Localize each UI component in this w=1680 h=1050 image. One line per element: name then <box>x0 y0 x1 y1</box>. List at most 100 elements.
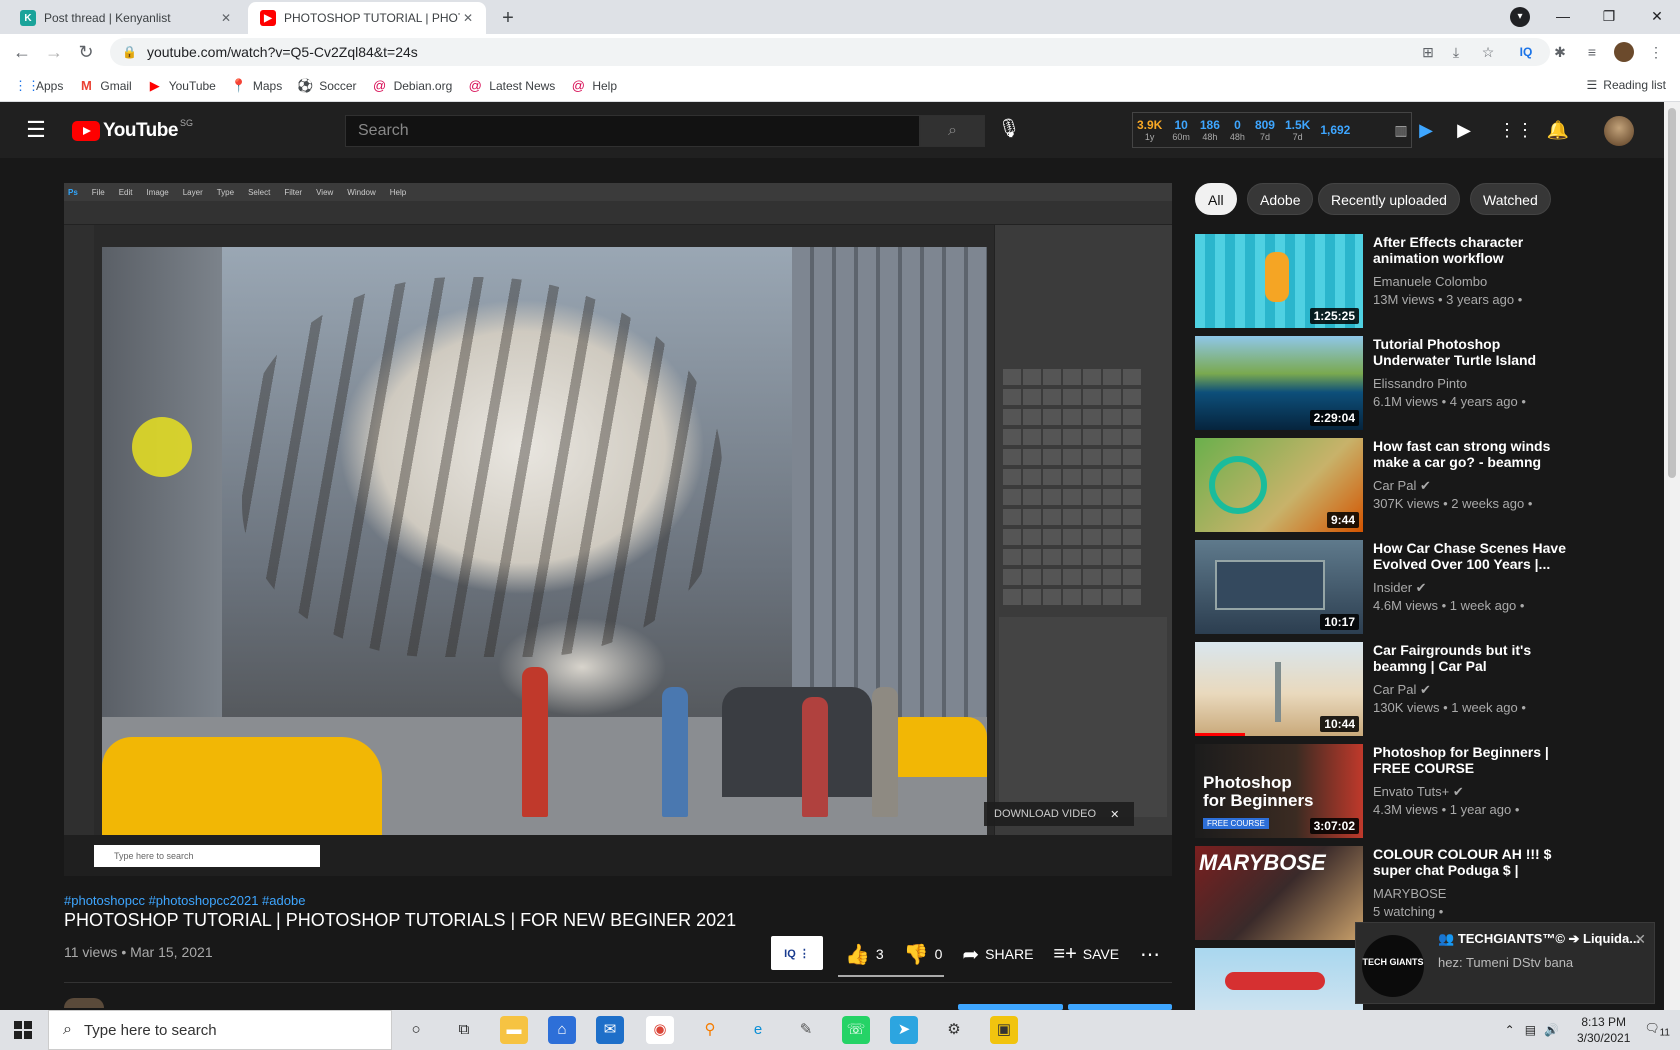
youtube-logo[interactable]: YouTube SG <box>72 118 193 142</box>
video-thumbnail[interactable]: 2:29:04 <box>1195 336 1363 430</box>
bookmark-apps[interactable]: ⋮⋮ Apps <box>14 78 63 94</box>
video-thumbnail[interactable]: Photoshop for Beginners FREE COURSE 3:07:… <box>1195 744 1363 838</box>
taskbar-clock[interactable]: 8:13 PM 3/30/2021 <box>1577 1014 1630 1046</box>
notification-popup[interactable]: TECH GIANTS 👥 TECHGIANTS™© ➔ Liquida... … <box>1355 922 1655 1004</box>
chart-icon[interactable]: ▥ <box>1389 118 1413 142</box>
whatsapp-icon[interactable]: ☏ <box>842 1016 870 1044</box>
recommendation-title[interactable]: Photoshop for Beginners | FREE COURSE <box>1373 744 1573 776</box>
maximize-icon[interactable]: ❐ <box>1586 0 1632 32</box>
video-thumbnail[interactable]: 1:25:25 <box>1195 234 1363 328</box>
profile-avatar[interactable] <box>1614 42 1634 62</box>
bookmark-youtube[interactable]: ▶ YouTube <box>147 78 216 94</box>
notifications-bell-icon[interactable]: 🔔 <box>1546 118 1570 142</box>
chrome-icon[interactable]: ◉ <box>646 1016 674 1044</box>
account-avatar[interactable] <box>1604 116 1634 146</box>
recommendation-title[interactable]: After Effects character animation workfl… <box>1373 234 1573 266</box>
recommendation-title[interactable]: Tutorial Photoshop Underwater Turtle Isl… <box>1373 336 1573 368</box>
recommendation-channel[interactable]: Car Pal ✔ <box>1373 478 1431 494</box>
video-thumbnail[interactable]: 9:44 <box>1195 438 1363 532</box>
window-close-icon[interactable]: ✕ <box>1634 0 1680 32</box>
chip-recently-uploaded[interactable]: Recently uploaded <box>1318 183 1460 215</box>
close-icon[interactable]: ✕ <box>1634 931 1646 948</box>
notification-center-icon[interactable]: 🗨11 <box>1644 1021 1670 1038</box>
vidiq-stats-widget[interactable]: 3.9K 1y 10 60m 186 48h 0 48h 809 7d 1.5K 7d 1,… <box>1132 112 1412 148</box>
recommendation-item[interactable]: Photoshop for Beginners FREE COURSE 3:07:… <box>1195 744 1575 838</box>
vidiq-play-icon[interactable]: ▶ <box>1414 118 1438 142</box>
bookmark-star-icon[interactable]: ☆ <box>1478 42 1498 62</box>
chip-all[interactable]: All <box>1195 183 1237 215</box>
video-thumbnail[interactable]: 10:44 <box>1195 642 1363 736</box>
download-video-overlay[interactable]: DOWNLOAD VIDEO ✕ <box>984 802 1134 826</box>
video-thumbnail[interactable] <box>1195 948 1363 1010</box>
more-actions-icon[interactable]: ⋯ <box>1140 942 1160 967</box>
file-explorer-icon[interactable]: ▬ <box>500 1016 528 1044</box>
recommendation-channel[interactable]: Car Pal ✔ <box>1373 682 1431 698</box>
bookmark-soccer[interactable]: ⚽ Soccer <box>297 78 356 94</box>
search-input[interactable] <box>358 122 919 140</box>
address-bar[interactable]: 🔒 youtube.com/watch?v=Q5-Cv2Zql84&t=24s <box>110 38 1550 66</box>
telegram-icon[interactable]: ➤ <box>890 1016 918 1044</box>
app-icon[interactable]: ▣ <box>990 1016 1018 1044</box>
cortana-icon[interactable]: ○ <box>402 1016 430 1044</box>
hamburger-menu-icon[interactable]: ☰ <box>24 118 48 142</box>
recommendation-title[interactable]: How Car Chase Scenes Have Evolved Over 1… <box>1373 540 1573 572</box>
scrollbar-thumb[interactable] <box>1668 108 1676 478</box>
recommendation-item[interactable]: 10:44 Car Fairgrounds but it's beamng | … <box>1195 642 1575 736</box>
new-tab-button[interactable]: + <box>494 5 522 31</box>
forward-arrow-icon[interactable]: → <box>42 40 66 64</box>
extensions-puzzle-icon[interactable]: ✱ <box>1550 42 1570 62</box>
recommendation-item[interactable]: 2:29:04 Tutorial Photoshop Underwater Tu… <box>1195 336 1575 430</box>
create-video-icon[interactable]: ▶ <box>1452 118 1476 142</box>
back-arrow-icon[interactable]: ← <box>10 40 34 64</box>
bookmark-latest-news[interactable]: @ Latest News <box>467 78 556 94</box>
mail-icon[interactable]: ✉ <box>596 1016 624 1044</box>
store-icon[interactable]: ⌂ <box>548 1016 576 1044</box>
bookmark-gmail[interactable]: M Gmail <box>78 78 132 94</box>
video-hashtags[interactable]: #photoshopcc #photoshopcc2021 #adobe <box>64 893 305 908</box>
close-icon[interactable]: ✕ <box>460 11 476 25</box>
recommendation-title[interactable]: COLOUR COLOUR AH !!! $ super chat Poduga… <box>1373 846 1573 878</box>
vidiq-button[interactable]: IQ ⋮ <box>771 936 823 970</box>
vidiq-extension-icon[interactable]: IQ <box>1516 42 1536 62</box>
reload-icon[interactable]: ↻ <box>74 40 98 64</box>
network-icon[interactable]: ▤ <box>1525 1023 1536 1037</box>
apps-grid-icon[interactable]: ⋮⋮ <box>1498 118 1534 142</box>
recommendation-channel[interactable]: Elissandro Pinto <box>1373 376 1467 391</box>
share-button[interactable]: ➦ SHARE <box>962 942 1033 967</box>
microphone-icon[interactable]: 🎙 <box>997 118 1021 142</box>
volume-icon[interactable]: 🔊 <box>1544 1023 1559 1037</box>
taskbar-search[interactable]: ⌕ Type here to search <box>48 1010 392 1050</box>
media-control-icon[interactable]: ≡ <box>1582 42 1602 62</box>
tab-youtube[interactable]: ▶ PHOTOSHOP TUTORIAL | PHOTO ✕ <box>248 2 486 34</box>
tab-search-icon[interactable]: ▾ <box>1510 7 1530 27</box>
recommendation-title[interactable]: How fast can strong winds make a car go?… <box>1373 438 1573 470</box>
recommendation-channel[interactable]: Envato Tuts+ ✔ <box>1373 784 1464 800</box>
dislike-button[interactable]: 👎 0 <box>904 942 943 967</box>
chevron-up-icon[interactable]: ⌃ <box>1505 1023 1515 1037</box>
bookmark-help[interactable]: @ Help <box>570 78 617 94</box>
settings-gear-icon[interactable]: ⚙ <box>940 1016 968 1044</box>
search-tool-icon[interactable]: ⚲ <box>696 1016 724 1044</box>
recommendation-item[interactable]: 10:17 How Car Chase Scenes Have Evolved … <box>1195 540 1575 634</box>
install-app-icon[interactable]: ⊞ <box>1418 42 1438 62</box>
chip-adobe[interactable]: Adobe <box>1247 183 1314 215</box>
recommendation-item[interactable]: 1:25:25 After Effects character animatio… <box>1195 234 1575 328</box>
recommendation-channel[interactable]: MARYBOSE <box>1373 886 1446 901</box>
close-icon[interactable]: ✕ <box>1110 808 1119 821</box>
bookmark-maps[interactable]: 📍 Maps <box>231 78 282 94</box>
paint-icon[interactable]: ✎ <box>792 1016 820 1044</box>
page-scrollbar[interactable] <box>1664 102 1680 1010</box>
tab-kenyanlist[interactable]: K Post thread | Kenyanlist ✕ <box>8 2 244 34</box>
video-thumbnail[interactable]: 10:17 <box>1195 540 1363 634</box>
recommendation-title[interactable]: Car Fairgrounds but it's beamng | Car Pa… <box>1373 642 1573 674</box>
save-button[interactable]: ≡+ SAVE <box>1053 943 1119 966</box>
video-thumbnail[interactable]: MARYBOSE <box>1195 846 1363 940</box>
recommendation-channel[interactable]: Emanuele Colombo <box>1373 274 1487 289</box>
task-view-icon[interactable]: ⧉ <box>450 1016 478 1044</box>
minimize-icon[interactable]: — <box>1540 0 1586 32</box>
video-player[interactable]: Ps File Edit Image Layer Type Select Filter V… <box>64 183 1172 876</box>
reading-list-button[interactable]: ☰ Reading list <box>1587 78 1666 92</box>
channel-avatar[interactable] <box>64 998 104 1008</box>
close-icon[interactable]: ✕ <box>218 11 234 25</box>
search-button[interactable]: ⌕ <box>920 115 985 147</box>
